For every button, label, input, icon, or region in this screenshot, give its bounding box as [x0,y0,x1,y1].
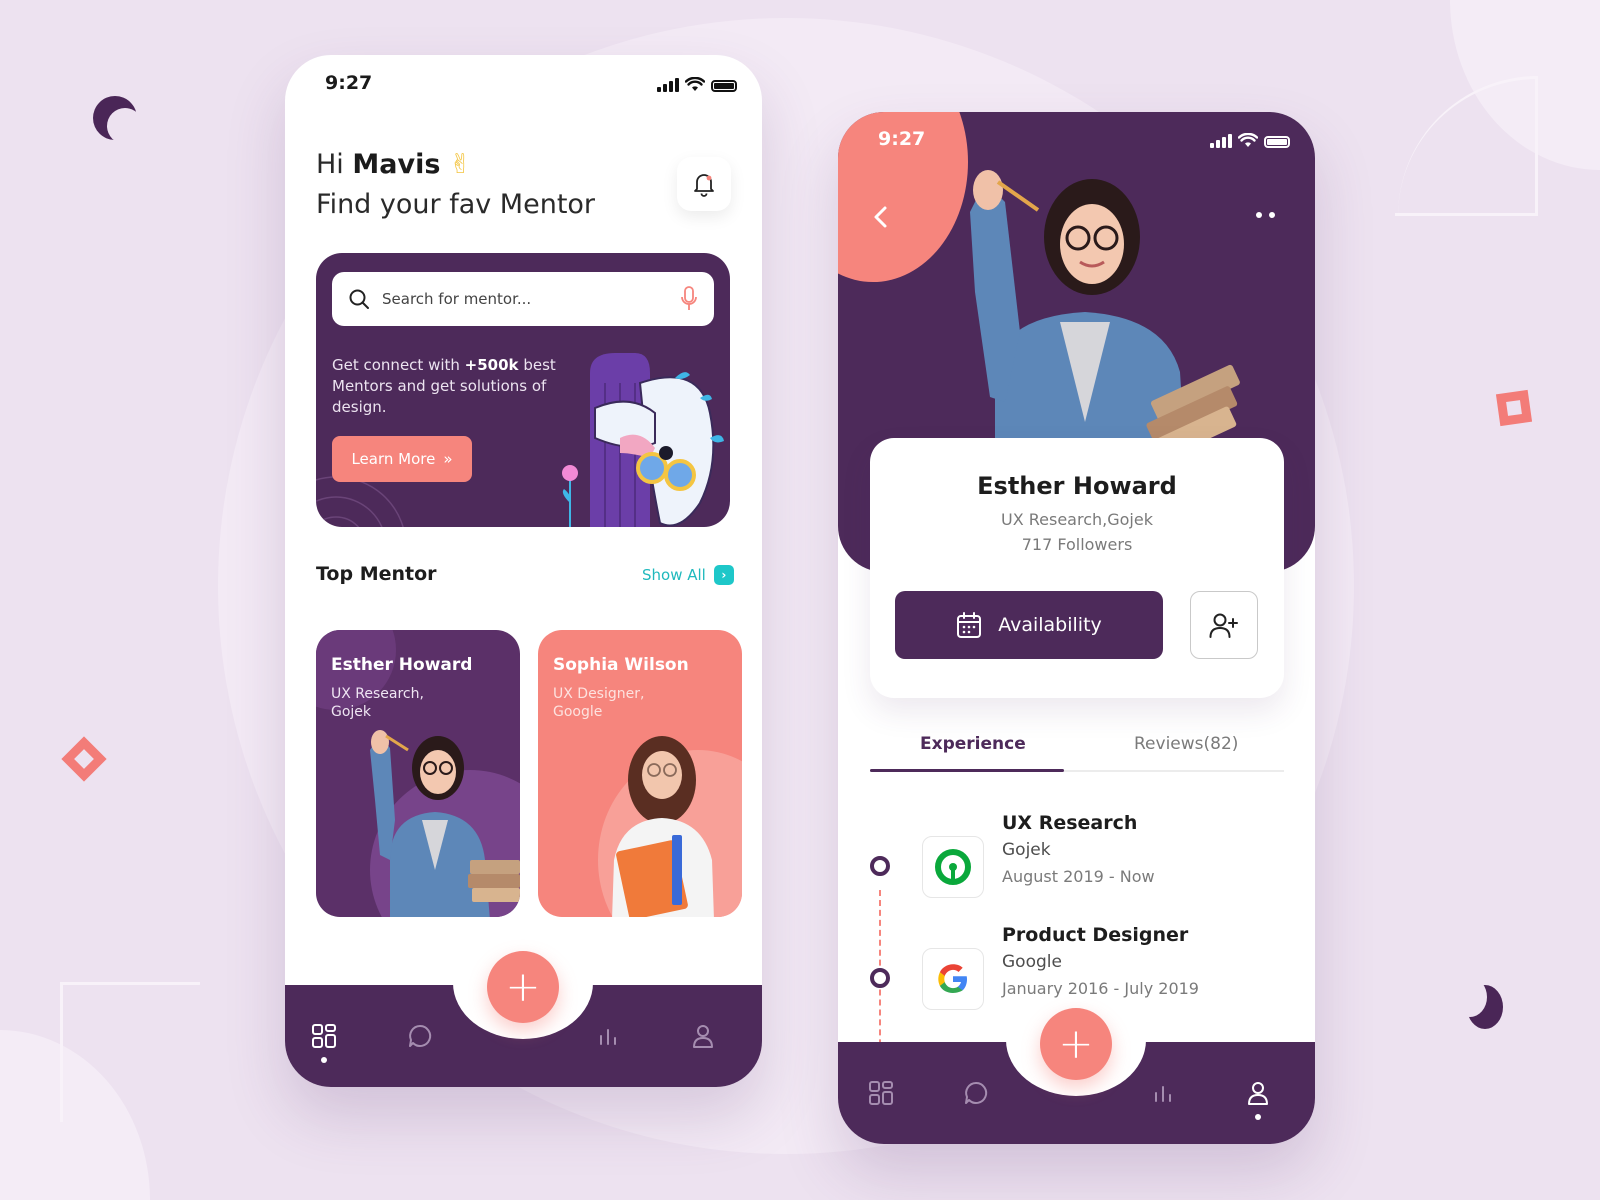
user-icon [1248,1082,1268,1105]
promo-card: Get connect with +500k best Mentors and … [316,253,730,527]
active-tab-indicator [870,769,1064,772]
nav-home-icon[interactable] [866,1078,896,1108]
mentor-card[interactable]: Sophia Wilson UX Designer, Google [538,630,742,917]
decorative-outline-shape [60,982,200,1122]
profile-followers: 717 Followers [1021,535,1133,554]
grid-icon [869,1081,893,1105]
chevron-right-icon: › [713,565,734,585]
wifi-icon [1238,133,1258,147]
decorative-square [1495,389,1533,427]
nav-profile-icon[interactable] [688,1021,718,1051]
wifi-icon [685,77,705,91]
experience-item[interactable]: UX Research Gojek August 2019 - Now [838,812,1315,912]
nav-stats-icon[interactable] [1148,1078,1178,1108]
mentor-hero-photo [970,170,1240,452]
status-time: 9:27 [878,128,926,150]
binoculars-illustration [562,353,724,527]
availability-button[interactable]: Availability [895,591,1163,659]
more-dot-icon [1256,212,1262,218]
tab-reviews[interactable]: Reviews(82) [1134,734,1238,754]
user-name: Mavis [352,149,441,180]
experience-dates: August 2019 - Now [1002,867,1155,886]
gojek-logo-icon [935,849,971,885]
decorative-square [61,736,107,782]
profile-tabs: Experience Reviews(82) [870,722,1284,772]
double-chevron-right-icon: » [443,450,453,468]
google-logo-icon [938,964,967,993]
timeline-dot [870,968,890,988]
nav-chat-icon[interactable] [961,1078,991,1108]
availability-label: Availability [998,614,1102,636]
decorative-outline-shape [1395,76,1538,216]
profile-name: Esther Howard [977,472,1177,500]
active-indicator [1255,1114,1261,1120]
profile-role: UX Research,Gojek [1001,510,1153,529]
microphone-icon[interactable] [680,286,698,312]
show-all-label: Show All [642,566,706,584]
tab-experience[interactable]: Experience [920,734,1026,754]
experience-title: Product Designer [1002,924,1189,946]
more-options-button[interactable] [1254,202,1277,228]
mentor-photo [612,736,714,917]
status-icons [657,77,737,92]
section-title: Top Mentor [316,563,437,585]
active-indicator [321,1057,327,1063]
bell-icon [694,174,714,197]
gojek-logo [922,836,984,898]
search-bar [332,272,714,326]
signal-icon [1210,134,1232,148]
mentor-photo [370,730,520,917]
promo-text: Get connect with +500k best Mentors and … [332,356,556,416]
grid-icon [312,1024,336,1048]
decorative-crescent [93,96,143,144]
greeting-subtitle: Find your fav Mentor [316,189,596,220]
nav-chat-icon[interactable] [405,1021,435,1051]
add-user-icon [1209,613,1238,638]
user-icon [693,1025,713,1048]
greeting: Hi Mavis ✌ Find your fav Mentor [316,145,595,225]
mentor-role: UX Designer, Google [553,686,645,720]
status-icons [1210,133,1290,148]
battery-icon [1264,136,1290,148]
profile-screen: 9:27 Esther Howard UX Research,Gojek 717… [838,112,1315,1144]
learn-more-button[interactable]: Learn More » [332,436,472,482]
decorative-crescent [1453,977,1503,1029]
profile-card: Esther Howard UX Research,Gojek 717 Foll… [870,438,1284,698]
bar-chart-icon [600,1029,616,1045]
nav-stats-icon[interactable] [593,1021,623,1051]
learn-more-label: Learn More [351,450,436,468]
experience-title: UX Research [1002,812,1138,834]
nav-profile-icon[interactable] [1243,1078,1273,1108]
experience-dates: January 2016 - July 2019 [1002,979,1199,998]
battery-icon [711,80,737,92]
add-button[interactable]: + [1040,1008,1112,1080]
mentor-name: Esther Howard [331,655,473,675]
nav-home-icon[interactable] [309,1021,339,1051]
more-dot-icon [1269,212,1275,218]
home-screen: 9:27 Hi Mavis ✌ Find your fav Mentor Sea… [285,55,762,1087]
follow-button[interactable] [1190,591,1258,659]
status-time: 9:27 [325,72,373,94]
chat-bubble-icon [409,1024,432,1047]
search-icon [349,289,369,309]
search-input[interactable] [382,290,668,308]
chat-bubble-icon [965,1081,988,1104]
mentor-name: Sophia Wilson [553,655,689,675]
greeting-hi: Hi [316,149,344,180]
chevron-left-icon [874,206,887,228]
notifications-button[interactable] [677,157,731,211]
signal-icon [657,78,679,92]
back-button[interactable] [866,202,896,232]
victory-hand-icon: ✌ [449,149,472,180]
mentor-card[interactable]: Esther Howard UX Research, Gojek [316,630,520,917]
show-all-link[interactable]: Show All › [642,565,734,585]
experience-company: Gojek [1002,840,1051,860]
mentor-role: UX Research, Gojek [331,686,424,720]
bar-chart-icon [1155,1086,1171,1102]
calendar-icon [957,612,982,638]
timeline-dot [870,856,890,876]
google-logo [922,948,984,1010]
experience-company: Google [1002,952,1062,972]
add-button[interactable]: + [487,951,559,1023]
